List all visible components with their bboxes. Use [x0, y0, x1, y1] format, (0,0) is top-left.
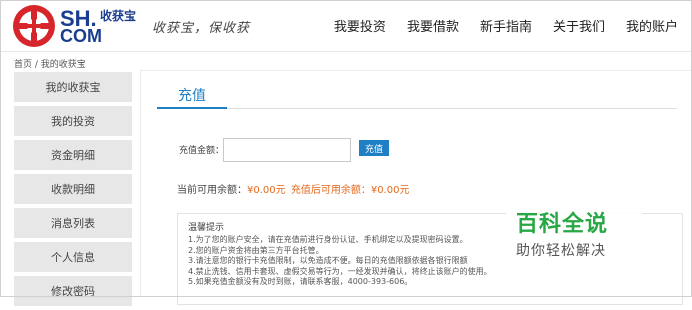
sidebar-item-personal-info[interactable]: 个人信息: [14, 242, 132, 272]
nav-invest[interactable]: 我要投资: [334, 16, 386, 35]
sidebar-item-my-shouhuobao[interactable]: 我的收获宝: [14, 72, 132, 102]
site-header: SH. 收获宝 COM 收获宝，保收获 我要投资 我要借款 新手指南 关于我们 …: [0, 0, 692, 52]
sidebar-item-fund-details[interactable]: 资金明细: [14, 140, 132, 170]
nav-borrow[interactable]: 我要借款: [407, 16, 459, 35]
balance-line: 当前可用余额：¥0.00元 充值后可用余额：¥0.00元: [177, 181, 409, 196]
watermark-title: 百科全说: [516, 212, 609, 237]
logo-cn-text: 收获宝: [100, 9, 137, 23]
nav-guide[interactable]: 新手指南: [480, 16, 532, 35]
balance-value: ¥0.00元: [247, 185, 286, 196]
sidebar: 我的收获宝 我的投资 资金明细 收款明细 消息列表 个人信息 修改密码: [14, 72, 132, 310]
tip-line: 5.如果充值金额没有及时到账，请联系客服，4000-393-606。: [188, 277, 413, 287]
breadcrumb[interactable]: 首页 / 我的收获宝: [14, 57, 86, 70]
nav-about[interactable]: 关于我们: [553, 16, 605, 35]
tab-recharge[interactable]: 充值: [157, 83, 227, 109]
recharge-button[interactable]: 充值: [359, 140, 389, 156]
tip-line: 4.禁止洗钱、信用卡套现、虚假交易等行为，一经发现并确认，将终止该账户的使用。: [188, 266, 492, 276]
watermark-subtitle: 助你轻松解决: [516, 243, 606, 259]
logo-com-text: COM: [60, 26, 102, 46]
watermark: 百科全说 助你轻松解决: [506, 204, 642, 268]
nav-account[interactable]: 我的账户: [626, 16, 678, 35]
after-balance-label: 充值后可用余额：: [290, 185, 371, 196]
sidebar-item-messages[interactable]: 消息列表: [14, 208, 132, 238]
sidebar-item-my-investments[interactable]: 我的投资: [14, 106, 132, 136]
sidebar-item-change-password[interactable]: 修改密码: [14, 276, 132, 306]
sidebar-item-receipt-details[interactable]: 收款明细: [14, 174, 132, 204]
balance-label: 当前可用余额：: [177, 185, 247, 196]
amount-input[interactable]: [223, 138, 351, 162]
tab-bar: 充值: [157, 83, 677, 109]
amount-label: 充值金额：: [179, 146, 225, 156]
slogan: 收获宝，保收获: [152, 21, 251, 36]
main-nav: 我要投资 我要借款 新手指南 关于我们 我的账户: [334, 16, 692, 35]
logo-icon[interactable]: [12, 4, 56, 48]
after-balance-value: ¥0.00元: [370, 185, 410, 196]
